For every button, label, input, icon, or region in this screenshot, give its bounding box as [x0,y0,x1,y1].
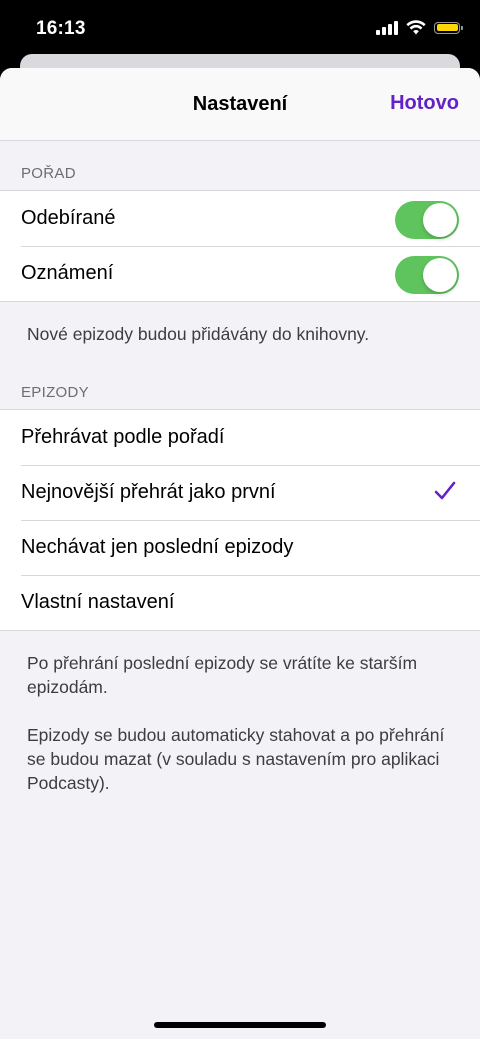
status-time: 16:13 [36,18,86,39]
row-notifications: Oznámení [0,246,480,301]
row-label: Oznámení [21,262,114,284]
section-header-episodes: EPIZODY [21,384,89,401]
row-label: Odebírané [21,207,116,229]
status-icons [376,20,463,35]
row-subscribed: Odebírané [0,191,480,246]
row-custom-settings[interactable]: Vlastní nastavení [0,575,480,630]
subscribed-toggle[interactable] [395,201,459,239]
section-footer-show: Nové epizody budou přidávány do knihovny… [0,302,480,346]
nav-bar: Nastavení Hotovo [0,68,480,141]
settings-sheet: Nastavení Hotovo POŘAD Odebírané Oznámen… [0,68,480,1039]
footer-text-1: Po přehrání poslední epizody se vrátíte … [27,653,418,697]
battery-icon [434,21,463,34]
row-label: Nechávat jen poslední epizody [21,536,294,558]
row-label: Přehrávat podle pořadí [21,426,225,448]
done-button[interactable]: Hotovo [390,92,459,115]
footer-text: Nové epizody budou přidávány do knihovny… [27,324,370,344]
row-label: Vlastní nastavení [21,591,175,613]
checkmark-icon [434,481,456,500]
status-bar: 16:13 [0,0,480,60]
notifications-toggle[interactable] [395,256,459,294]
row-play-in-order[interactable]: Přehrávat podle pořadí [0,410,480,465]
show-group: Odebírané Oznámení [0,190,480,302]
home-indicator[interactable] [154,1022,326,1028]
signal-icon [376,20,398,35]
episodes-group: Přehrávat podle pořadí Nejnovější přehrá… [0,409,480,631]
row-label: Nejnovější přehrát jako první [21,481,276,503]
section-header-show: POŘAD [21,165,76,182]
section-footer-episodes: Po přehrání poslední epizody se vrátíte … [0,631,480,795]
row-keep-latest[interactable]: Nechávat jen poslední epizody [0,520,480,575]
row-newest-first[interactable]: Nejnovější přehrát jako první [0,465,480,520]
footer-text-2: Epizody se budou automaticky stahovat a … [27,725,445,793]
wifi-icon [406,20,426,35]
